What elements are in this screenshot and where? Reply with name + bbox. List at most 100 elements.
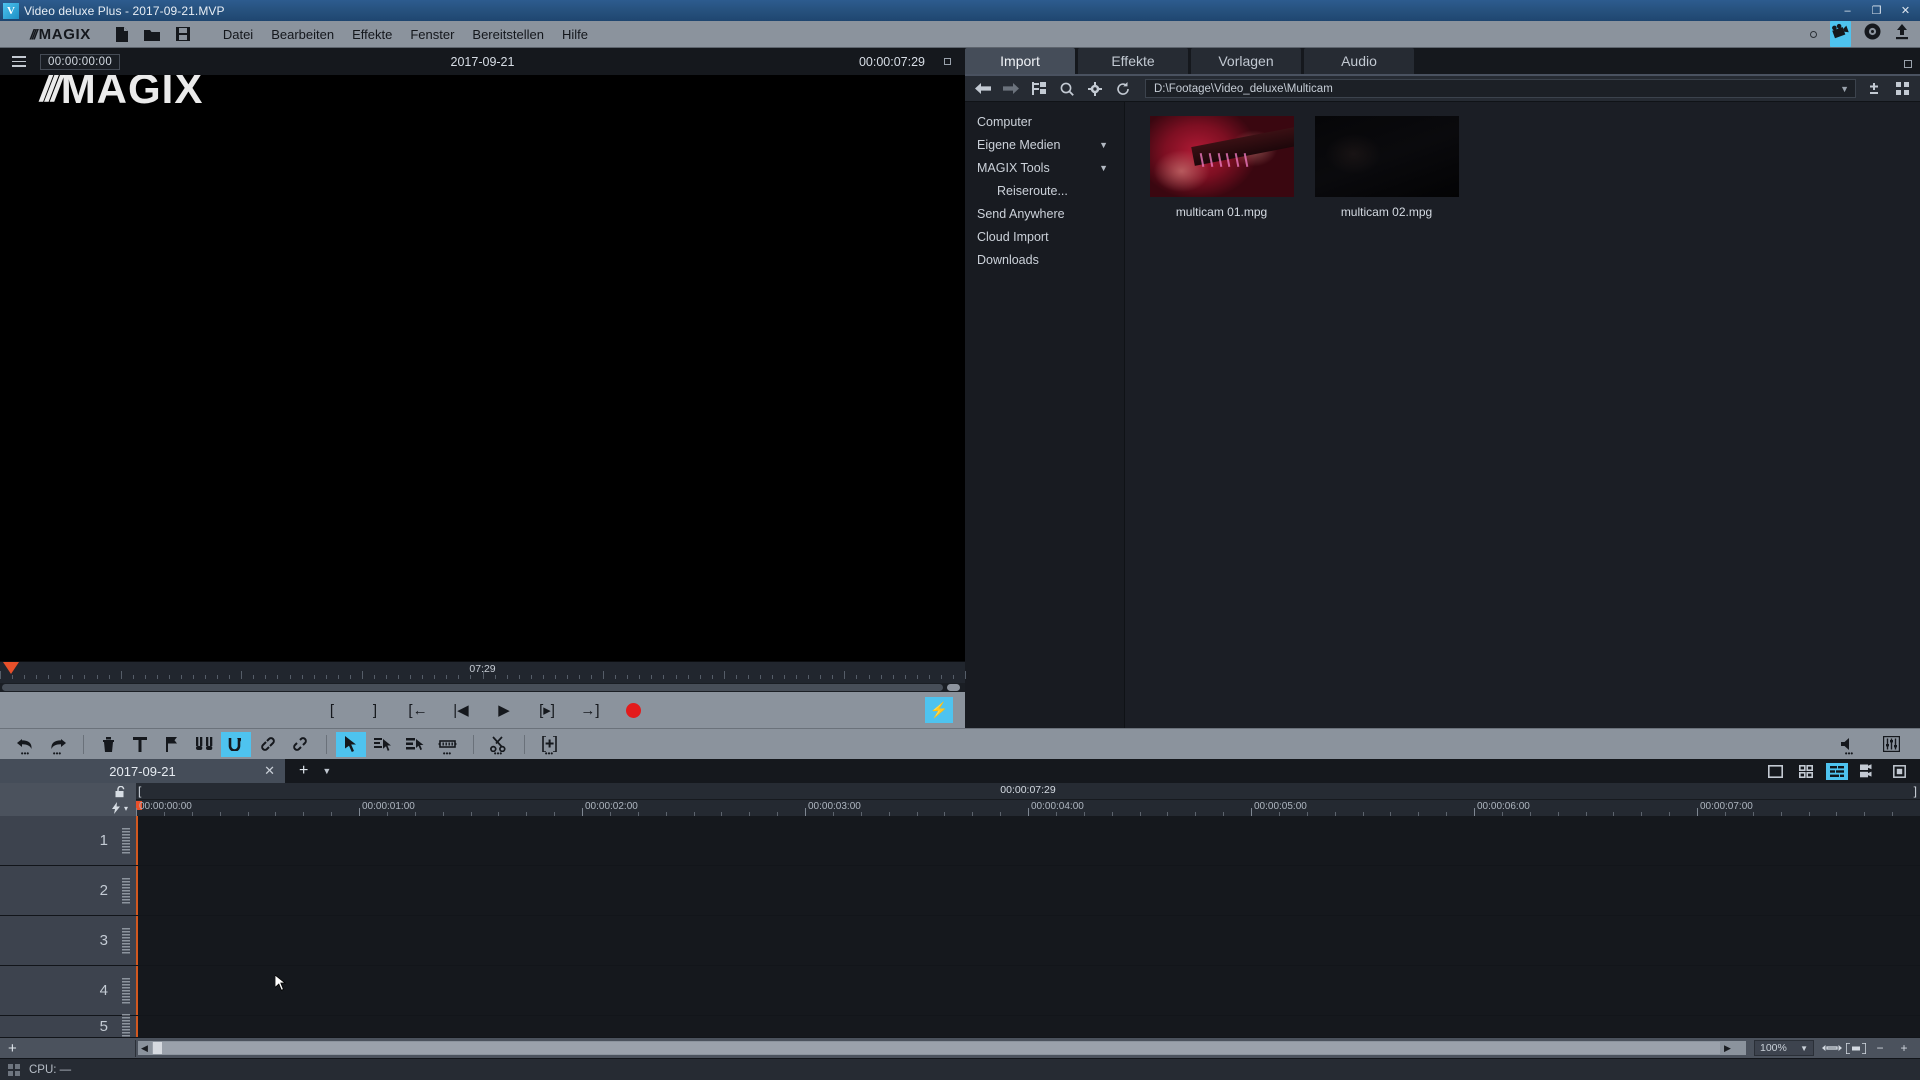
audio-more-icon[interactable]: ••• bbox=[1845, 749, 1853, 757]
track-header[interactable]: 4 bbox=[0, 966, 136, 1015]
menu-bereitstellen[interactable]: Bereitstellen bbox=[463, 23, 553, 46]
timeline-track[interactable]: 2 bbox=[0, 866, 1920, 916]
insert-title-button[interactable] bbox=[125, 732, 155, 757]
zoom-in-button[interactable]: + bbox=[1892, 1040, 1916, 1056]
nav-forward-icon[interactable] bbox=[997, 78, 1025, 100]
timeline-view-button[interactable] bbox=[1826, 762, 1848, 780]
maximize-timeline-button[interactable] bbox=[1888, 763, 1910, 780]
maximize-preview-icon[interactable] bbox=[944, 58, 951, 65]
media-file-item[interactable]: multicam 01.mpg bbox=[1139, 116, 1304, 219]
range-end-bracket[interactable]: ] bbox=[1914, 784, 1917, 798]
jump-to-end-button[interactable]: →] bbox=[569, 696, 612, 724]
timeline-time-scale[interactable]: 00:00:00:00 00:00:01:00 00:00:02:00 00:00:0… bbox=[136, 800, 1920, 816]
film-capture-icon[interactable] bbox=[1830, 21, 1851, 47]
track-lane[interactable] bbox=[136, 866, 1920, 915]
mouse-mode-stretch-button[interactable]: ••• bbox=[432, 732, 462, 757]
set-marker-button[interactable] bbox=[157, 732, 187, 757]
set-in-point-button[interactable]: [ bbox=[311, 696, 354, 724]
menu-fenster[interactable]: Fenster bbox=[401, 23, 463, 46]
timeline-horizontal-scrollbar[interactable]: ◀ ▶ bbox=[138, 1041, 1746, 1055]
group-objects-button[interactable] bbox=[253, 732, 283, 757]
scroll-track[interactable] bbox=[152, 1042, 1720, 1054]
folder-tree-icon[interactable] bbox=[1025, 78, 1053, 100]
track-header[interactable]: 1 bbox=[0, 816, 136, 865]
menu-datei[interactable]: Datei bbox=[214, 23, 262, 46]
range-start-bracket[interactable]: [ bbox=[138, 784, 141, 798]
split-object-button[interactable] bbox=[189, 732, 219, 757]
menu-effekte[interactable]: Effekte bbox=[343, 23, 401, 46]
tree-item-computer[interactable]: Computer bbox=[965, 110, 1124, 133]
tree-item-send-anywhere[interactable]: Send Anywhere bbox=[965, 202, 1124, 225]
undo-more-icon[interactable]: ••• bbox=[21, 749, 29, 757]
tree-item-downloads[interactable]: Downloads bbox=[965, 248, 1124, 271]
add-track-more-icon[interactable]: ••• bbox=[545, 749, 553, 757]
tab-audio[interactable]: Audio bbox=[1304, 48, 1414, 74]
mouse-mode-all-tracks-button[interactable] bbox=[400, 732, 430, 757]
turbo-render-button[interactable]: ⚡ bbox=[925, 697, 953, 723]
menu-hilfe[interactable]: Hilfe bbox=[553, 23, 597, 46]
stretch-more-icon[interactable]: ••• bbox=[443, 749, 451, 757]
preview-scroll-thumb[interactable] bbox=[2, 684, 943, 691]
media-file-item[interactable]: multicam 02.mpg bbox=[1304, 116, 1469, 219]
ungroup-objects-button[interactable] bbox=[285, 732, 315, 757]
play-range-button[interactable]: [▸] bbox=[526, 696, 569, 724]
tab-import[interactable]: Import bbox=[965, 48, 1075, 74]
set-out-point-button[interactable]: ] bbox=[354, 696, 397, 724]
jump-to-start-button[interactable]: [← bbox=[397, 696, 440, 724]
multicam-view-button[interactable] bbox=[1857, 763, 1879, 780]
nav-back-icon[interactable] bbox=[969, 78, 997, 100]
open-project-icon[interactable] bbox=[144, 26, 161, 43]
track-header[interactable]: 5 bbox=[0, 1013, 136, 1038]
delete-object-button[interactable] bbox=[93, 732, 123, 757]
record-dot-icon[interactable] bbox=[1810, 30, 1817, 38]
record-button[interactable] bbox=[612, 696, 655, 724]
redo-button[interactable]: ••• bbox=[42, 732, 72, 757]
loop-mode-button[interactable] bbox=[221, 731, 251, 757]
tree-item-eigene-medien[interactable]: Eigene Medien ▼ bbox=[965, 133, 1124, 156]
timeline-track[interactable]: 3 bbox=[0, 916, 1920, 966]
zoom-level-select[interactable]: 100% ▼ bbox=[1754, 1040, 1814, 1056]
track-resize-grip[interactable] bbox=[122, 877, 130, 904]
search-icon[interactable] bbox=[1053, 78, 1081, 100]
chevron-down-icon[interactable]: ▾ bbox=[124, 804, 128, 813]
media-thumbnail[interactable] bbox=[1149, 116, 1294, 197]
maximize-button[interactable]: ❐ bbox=[1862, 0, 1891, 21]
track-resize-grip[interactable] bbox=[122, 927, 130, 954]
track-lane[interactable] bbox=[136, 966, 1920, 1015]
preview-timecode-field[interactable]: 00:00:00:00 bbox=[40, 53, 121, 70]
settings-gear-icon[interactable] bbox=[1081, 78, 1109, 100]
menu-bearbeiten[interactable]: Bearbeiten bbox=[262, 23, 343, 46]
cut-more-icon[interactable]: ••• bbox=[494, 749, 502, 757]
preview-scrub-ruler[interactable]: 07:29 bbox=[0, 661, 966, 683]
scroll-thumb[interactable] bbox=[153, 1042, 162, 1054]
timeline-track[interactable]: 4 bbox=[0, 966, 1920, 1016]
preview-menu-icon[interactable] bbox=[12, 56, 26, 67]
size-adjust-icon[interactable] bbox=[1860, 78, 1888, 100]
media-thumbnail[interactable] bbox=[1314, 116, 1459, 197]
chevron-down-icon[interactable]: ▼ bbox=[322, 766, 331, 776]
close-icon[interactable]: ✕ bbox=[264, 763, 275, 779]
refresh-icon[interactable] bbox=[1109, 78, 1137, 100]
mouse-mode-single-object-button[interactable] bbox=[368, 732, 398, 757]
track-lock-icon[interactable] bbox=[115, 783, 128, 800]
scroll-left-arrow-icon[interactable]: ◀ bbox=[138, 1043, 151, 1054]
tree-item-reiseroute[interactable]: Reiseroute... bbox=[965, 179, 1124, 202]
path-field[interactable]: D:\Footage\Video_deluxe\Multicam ▼ bbox=[1145, 79, 1856, 98]
track-resize-grip[interactable] bbox=[122, 827, 130, 854]
tab-vorlagen[interactable]: Vorlagen bbox=[1191, 48, 1301, 74]
timeline-track[interactable]: 5 bbox=[0, 1013, 1920, 1038]
track-lane[interactable] bbox=[136, 816, 1920, 865]
add-timeline-track-button[interactable]: + bbox=[0, 1039, 136, 1057]
export-upload-icon[interactable] bbox=[1894, 23, 1910, 45]
close-button[interactable]: ✕ bbox=[1891, 0, 1920, 21]
add-track-button[interactable]: ••• bbox=[534, 732, 564, 757]
chevron-down-icon[interactable]: ▼ bbox=[1800, 1044, 1808, 1053]
track-header[interactable]: 2 bbox=[0, 866, 136, 915]
scene-overview-view-button[interactable] bbox=[1795, 763, 1817, 780]
chevron-down-icon[interactable]: ▼ bbox=[1099, 140, 1108, 150]
maximize-media-pool-icon[interactable] bbox=[1904, 60, 1912, 68]
mixer-button[interactable] bbox=[1876, 732, 1906, 757]
undo-button[interactable]: ••• bbox=[10, 732, 40, 757]
play-button[interactable]: ▶ bbox=[483, 696, 526, 724]
zoom-out-button[interactable]: − bbox=[1868, 1040, 1892, 1056]
